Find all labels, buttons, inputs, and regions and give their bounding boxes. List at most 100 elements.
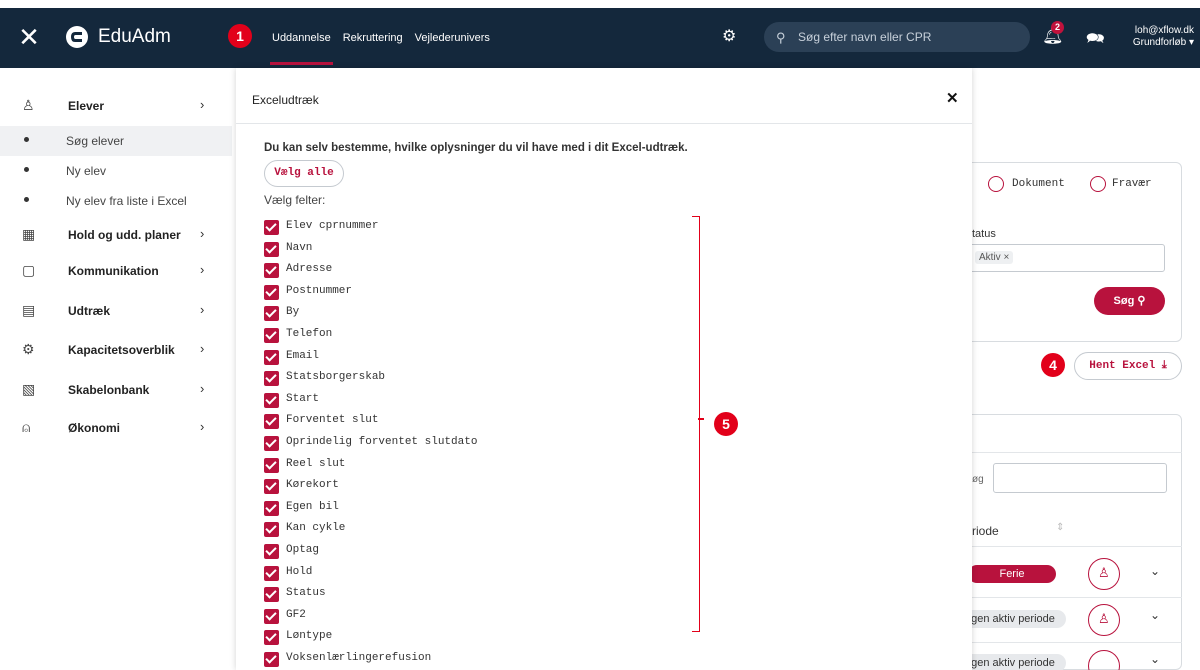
sidebar-subitem-ny-elev[interactable]: Ny elev — [0, 156, 232, 186]
checkbox-checked[interactable] — [264, 543, 279, 559]
chevron-down-icon[interactable]: ⌄ — [1150, 652, 1160, 666]
person-icon: ♙ — [1098, 611, 1110, 626]
checkbox-checked[interactable] — [264, 587, 279, 603]
field-label: Egen bil — [286, 500, 339, 513]
sidebar-item-elever[interactable]: ♙ Elever › — [0, 88, 232, 122]
close-menu-icon[interactable]: ✕ — [16, 24, 42, 50]
nav-uddannelse[interactable]: Uddannelse — [270, 32, 333, 65]
nav-rekruttering[interactable]: Rekruttering — [343, 32, 403, 44]
chevron-down-icon[interactable]: ⌄ — [1150, 608, 1160, 622]
field-label: By — [286, 306, 300, 319]
checkbox-checked[interactable] — [264, 479, 279, 495]
status-badge-no-active: gen aktiv periode — [960, 610, 1066, 628]
checkbox-checked[interactable] — [264, 457, 279, 473]
sidebar-item-label: Elever — [68, 99, 105, 113]
calendar-icon: ▦ — [22, 226, 36, 242]
bullet-icon — [24, 197, 29, 202]
capacity-icon[interactable]: ⚙ — [722, 26, 736, 46]
checkbox-checked[interactable] — [264, 522, 279, 538]
field-label: Løntype — [286, 630, 333, 643]
modal-header: Exceludtræk ✕ — [236, 68, 972, 124]
divider — [960, 452, 1182, 453]
person-icon: ♙ — [22, 97, 35, 113]
user-menu[interactable]: loh@xflow.dk Grundforløb ▾ — [1110, 25, 1194, 49]
checkbox-checked[interactable] — [264, 630, 279, 646]
user-email: loh@xflow.dk — [1134, 25, 1194, 36]
checkbox-checked[interactable] — [264, 565, 279, 581]
capacity-icon: ⚙ — [22, 341, 35, 357]
chat-icon[interactable]: 🗪 — [1086, 28, 1105, 53]
sidebar-item-label: Kommunikation — [68, 264, 159, 278]
choose-fields-label: Vælg felter: — [264, 193, 326, 207]
modal-intro-text: Du kan selv bestemme, hvilke oplysninger… — [264, 142, 688, 154]
field-label: Kan cykle — [286, 522, 346, 535]
close-icon[interactable]: ✕ — [946, 89, 959, 107]
search-button[interactable]: Søg ⚲ — [1094, 287, 1165, 315]
nav-vejlederunivers[interactable]: Vejlederunivers — [415, 32, 490, 44]
checkbox-checked[interactable] — [264, 608, 279, 624]
field-label: Voksenlærlingerefusion — [286, 651, 432, 664]
status-select[interactable]: Aktiv × — [968, 244, 1165, 272]
status-badge-no-active: gen aktiv periode — [960, 654, 1066, 670]
search-input[interactable]: ⚲ Søg efter navn eller CPR — [764, 22, 1030, 52]
sidebar-item-label: Kapacitetsoverblik — [68, 343, 175, 357]
field-label: Reel slut — [286, 457, 346, 470]
checkbox-checked[interactable] — [264, 500, 279, 516]
sidebar-item-skabelonbank[interactable]: ▧ Skabelonbank › — [0, 372, 232, 406]
checkbox-checked[interactable] — [264, 371, 279, 387]
notification-badge: 2 — [1051, 21, 1064, 34]
hent-excel-button[interactable]: Hent Excel ⤓ — [1074, 352, 1182, 380]
checkbox-checked[interactable] — [264, 263, 279, 279]
checkbox-checked[interactable] — [264, 220, 279, 235]
sidebar-subitem-soeg-elever[interactable]: Søg elever — [0, 126, 232, 156]
callout-5: 5 — [714, 412, 738, 436]
period-column-header[interactable]: riode — [972, 524, 999, 538]
chevron-right-icon: › — [200, 302, 205, 317]
chevron-down-icon[interactable]: ⌄ — [1150, 564, 1160, 578]
download-icon: ⤓ — [1161, 360, 1167, 372]
notifications-bell-icon[interactable]: 🔔︎ 2 — [1042, 21, 1064, 46]
search-button-label: Søg — [1113, 295, 1135, 307]
subitem-label: Søg elever — [66, 134, 125, 148]
checkbox-checked[interactable] — [264, 241, 279, 257]
sidebar-item-label: Hold og udd. planer — [68, 228, 181, 242]
checkbox-checked[interactable] — [264, 306, 279, 322]
checkbox-checked[interactable] — [264, 349, 279, 365]
radio-fravaer-label: Fravær — [1112, 178, 1152, 190]
radio-fravaer[interactable] — [1090, 176, 1106, 192]
chevron-right-icon: › — [200, 97, 205, 112]
sidebar-item-label: Økonomi — [68, 421, 121, 435]
template-icon: ▧ — [22, 381, 36, 397]
sidebar-item-udtraek[interactable]: ▤ Udtræk › — [0, 293, 232, 327]
status-tag[interactable]: Aktiv × — [975, 251, 1014, 264]
chevron-right-icon: › — [200, 226, 205, 241]
selection-bracket — [692, 216, 700, 632]
field-label: Navn — [286, 241, 313, 254]
sidebar-item-hold[interactable]: ▦ Hold og udd. planer › — [0, 217, 232, 251]
sidebar-subitem-ny-elev-excel[interactable]: Ny elev fra liste i Excel — [0, 186, 232, 216]
sort-icon[interactable]: ⇕ — [1056, 522, 1064, 533]
main-nav: Uddannelse Rekruttering Vejlederunivers — [270, 32, 490, 65]
checkbox-checked[interactable] — [264, 284, 279, 300]
search-icon: ⚲ — [776, 30, 786, 45]
checkbox-checked[interactable] — [264, 414, 279, 430]
select-all-button[interactable]: Vælg alle — [264, 160, 344, 187]
callout-4: 4 — [1041, 353, 1065, 377]
sidebar-item-kommunikation[interactable]: ▢ Kommunikation › — [0, 253, 232, 287]
checkbox-checked[interactable] — [264, 435, 279, 451]
field-label: Email — [286, 349, 320, 362]
subitem-label: Ny elev fra liste i Excel — [66, 194, 187, 208]
filter-input[interactable] — [993, 463, 1167, 493]
checkbox-checked[interactable] — [264, 327, 279, 343]
radio-dokument[interactable] — [988, 176, 1004, 192]
excel-export-modal: Exceludtræk ✕ Du kan selv bestemme, hvil… — [236, 68, 972, 670]
search-icon: ⚲ — [1137, 295, 1146, 307]
chevron-right-icon: › — [200, 419, 205, 434]
sidebar-item-oekonomi[interactable]: ⍝ Økonomi › — [0, 410, 232, 444]
divider — [960, 597, 1182, 598]
checkbox-checked[interactable] — [264, 651, 279, 667]
status-label: tatus — [972, 228, 996, 240]
app-brand: EduAdm — [98, 26, 171, 47]
checkbox-checked[interactable] — [264, 392, 279, 408]
sidebar-item-kapacitet[interactable]: ⚙ Kapacitetsoverblik › — [0, 332, 232, 366]
